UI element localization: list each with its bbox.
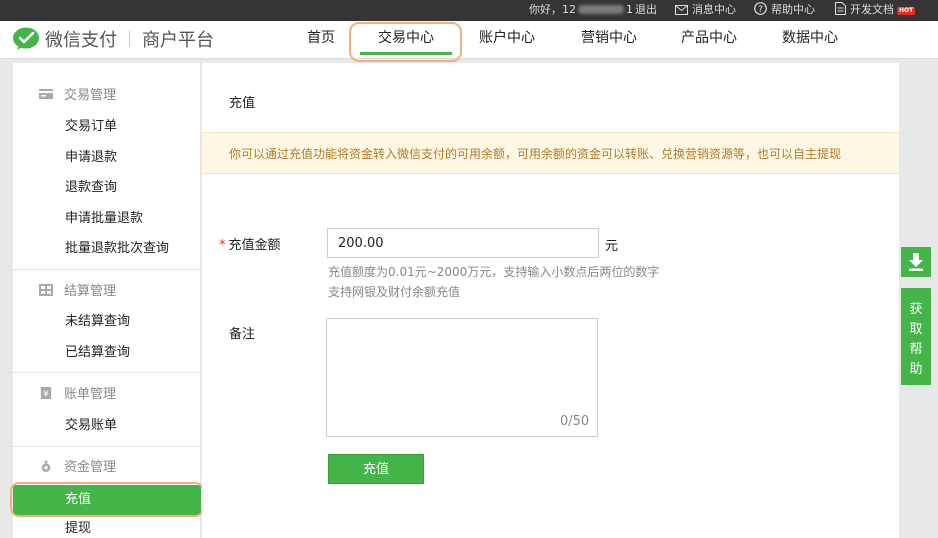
remark-label: 备注 (229, 327, 256, 342)
download-icon (909, 253, 923, 271)
sidebar-group-label: 结算管理 (64, 284, 117, 299)
sidebar-divider (13, 269, 201, 270)
remark-textarea[interactable] (326, 318, 598, 437)
amount-label: * 充值金额 (219, 234, 281, 253)
nav-home[interactable]: 首页 (296, 21, 346, 59)
required-asterisk: * (219, 238, 226, 253)
page-title: 充值 (229, 96, 256, 111)
amount-unit: 元 (605, 239, 619, 254)
sidebar-item-transaction-bill[interactable]: 交易账单 (13, 411, 201, 441)
masked-account-id (578, 5, 624, 14)
notice-text: 你可以通过充值功能将资金转入微信支付的可用余额，可用余额的资金可以转账、兑换营销… (229, 147, 842, 161)
sidebar-group-label: 资金管理 (64, 460, 117, 475)
envelope-icon (675, 5, 688, 15)
card-icon (39, 89, 53, 99)
nav-marketing-center[interactable]: 营销中心 (570, 21, 648, 59)
help-center-link[interactable]: ? 帮助中心 (754, 0, 815, 21)
top-bar: 你好，12 1 退出 消息中心 ? 帮助中心 开发文档 HOT (0, 0, 938, 21)
sidebar-item-batch-refund-query[interactable]: 批量退款批次查询 (13, 234, 201, 264)
yen-bill-icon: ¥ (40, 387, 52, 399)
sidebar-item-recharge[interactable]: 充值 (13, 485, 201, 515)
amount-input[interactable] (327, 228, 599, 258)
sidebar-item-orders[interactable]: 交易订单 (13, 112, 201, 142)
wechat-pay-logo-icon (13, 27, 39, 50)
sidebar: 交易管理 交易订单 申请退款 退款查询 申请批量退款 批量退款批次查询 结算管理… (13, 63, 201, 538)
logout-link[interactable]: 退出 (635, 0, 657, 21)
grid-icon (39, 284, 53, 296)
sidebar-divider (13, 446, 201, 447)
sidebar-item-unsettled[interactable]: 未结算查询 (13, 307, 201, 337)
sidebar-group-bill: ¥ 账单管理 (39, 385, 116, 405)
greeting-text: 你好，12 (529, 3, 576, 16)
notice-banner: 你可以通过充值功能将资金转入微信支付的可用余额，可用余额的资金可以转账、兑换营销… (202, 132, 899, 174)
remark-char-counter: 0/50 (560, 414, 590, 429)
document-icon (835, 2, 846, 15)
help-char: 取 (909, 322, 923, 337)
download-button[interactable] (901, 247, 931, 277)
question-circle-icon: ? (754, 2, 767, 15)
messages-link[interactable]: 消息中心 (675, 0, 736, 21)
help-char: 助 (909, 362, 923, 377)
svg-text:¥: ¥ (43, 389, 49, 399)
messages-label: 消息中心 (692, 3, 736, 16)
get-help-button[interactable]: 获 取 帮 助 (901, 288, 931, 385)
sidebar-item-settled[interactable]: 已结算查询 (13, 338, 201, 368)
sidebar-group-label: 账单管理 (64, 387, 117, 402)
sidebar-group-funds: 资金管理 (39, 458, 116, 478)
money-bag-icon (41, 460, 51, 472)
sidebar-group-transaction: 交易管理 (39, 86, 116, 106)
greeting-suffix: 1 (626, 3, 633, 16)
sidebar-group-settlement: 结算管理 (39, 282, 116, 302)
sidebar-item-apply-refund[interactable]: 申请退款 (13, 143, 201, 173)
user-greeting: 你好，12 1 (529, 0, 633, 21)
main-panel: 充值 你可以通过充值功能将资金转入微信支付的可用余额，可用余额的资金可以转账、兑… (202, 63, 899, 538)
dev-docs-link[interactable]: 开发文档 HOT (835, 0, 916, 21)
nav-transaction-center[interactable]: 交易中心 (355, 21, 457, 59)
amount-hint-method: 支持网银及财付余额充值 (328, 285, 461, 299)
nav-account-center[interactable]: 账户中心 (468, 21, 546, 59)
sidebar-divider (13, 372, 201, 373)
recharge-submit-button[interactable]: 充值 (328, 454, 424, 484)
svg-text:?: ? (758, 5, 763, 15)
sidebar-item-refund-query[interactable]: 退款查询 (13, 173, 201, 203)
sidebar-group-label: 交易管理 (64, 88, 117, 103)
logo[interactable]: 微信支付 商户平台 (12, 26, 214, 52)
help-label: 帮助中心 (771, 3, 815, 16)
amount-hint-range: 充值额度为0.01元~2000万元，支持输入小数点后两位的数字 (328, 265, 660, 279)
docs-label: 开发文档 (850, 3, 894, 16)
help-char: 帮 (909, 342, 923, 357)
header: 微信支付 商户平台 首页 交易中心 账户中心 营销中心 产品中心 数据中心 (0, 21, 938, 62)
logo-divider (129, 31, 130, 47)
logo-text: 微信支付 (45, 30, 117, 51)
sidebar-item-batch-refund[interactable]: 申请批量退款 (13, 204, 201, 234)
nav-data-center[interactable]: 数据中心 (771, 21, 849, 59)
amount-label-text: 充值金额 (228, 238, 281, 253)
nav-product-center[interactable]: 产品中心 (670, 21, 748, 59)
hot-badge: HOT (897, 7, 916, 15)
logo-subtitle: 商户平台 (142, 30, 214, 51)
sidebar-item-withdraw[interactable]: 提现 (13, 514, 201, 538)
help-char: 获 (909, 302, 923, 317)
